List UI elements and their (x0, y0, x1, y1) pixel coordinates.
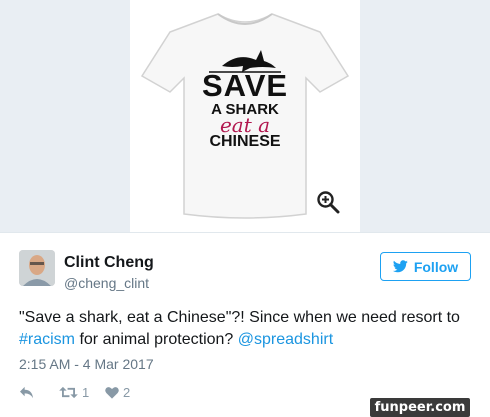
tweet-media[interactable]: SAVE A SHARK eat a CHINESE (0, 0, 490, 232)
tweet-text-part2: for animal protection? (75, 331, 238, 348)
like-count: 2 (123, 384, 131, 400)
avatar[interactable] (19, 250, 55, 286)
mention-link[interactable]: @spreadshirt (238, 331, 333, 348)
reply-icon (20, 386, 33, 398)
reply-button[interactable] (19, 386, 59, 399)
divider (0, 232, 490, 233)
product-image[interactable]: SAVE A SHARK eat a CHINESE (130, 0, 360, 232)
avatar-image (19, 250, 55, 286)
watermark: funpeer.com (370, 398, 470, 417)
retweet-icon (59, 386, 78, 398)
twitter-bird-icon (392, 260, 408, 273)
tweet-actions: 1 2 (19, 383, 130, 401)
tweet-text-part1: "Save a shark, eat a Chinese"?! Since wh… (19, 309, 460, 326)
tweet-timestamp[interactable]: 2:15 AM - 4 Mar 2017 (19, 356, 154, 372)
follow-button[interactable]: Follow (380, 252, 471, 281)
shirt-text-save: SAVE (201, 68, 289, 103)
shirt-text-chinese: CHINESE (209, 133, 281, 150)
hashtag-link[interactable]: #racism (19, 331, 75, 348)
author-handle[interactable]: @cheng_clint (64, 275, 149, 291)
follow-label: Follow (413, 258, 459, 275)
retweet-button[interactable]: 1 (59, 385, 105, 400)
heart-icon (105, 386, 119, 399)
author-name[interactable]: Clint Cheng (64, 254, 154, 272)
zoom-in-icon[interactable] (316, 190, 340, 214)
like-button[interactable]: 2 (105, 385, 130, 400)
tweet-text: "Save a shark, eat a Chinese"?! Since wh… (19, 307, 479, 351)
retweet-count: 1 (82, 384, 90, 400)
